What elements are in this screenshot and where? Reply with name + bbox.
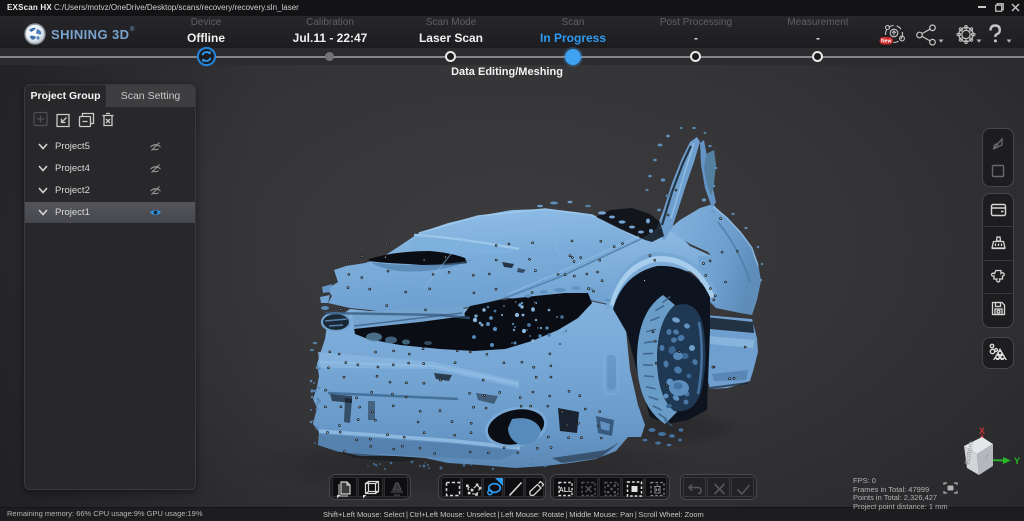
svg-text:ALL: ALL [559, 487, 573, 494]
svg-text:Y: Y [1014, 456, 1020, 466]
svg-text:SHINING 3D: SHINING 3D [51, 27, 129, 42]
svg-text:New: New [881, 39, 891, 45]
